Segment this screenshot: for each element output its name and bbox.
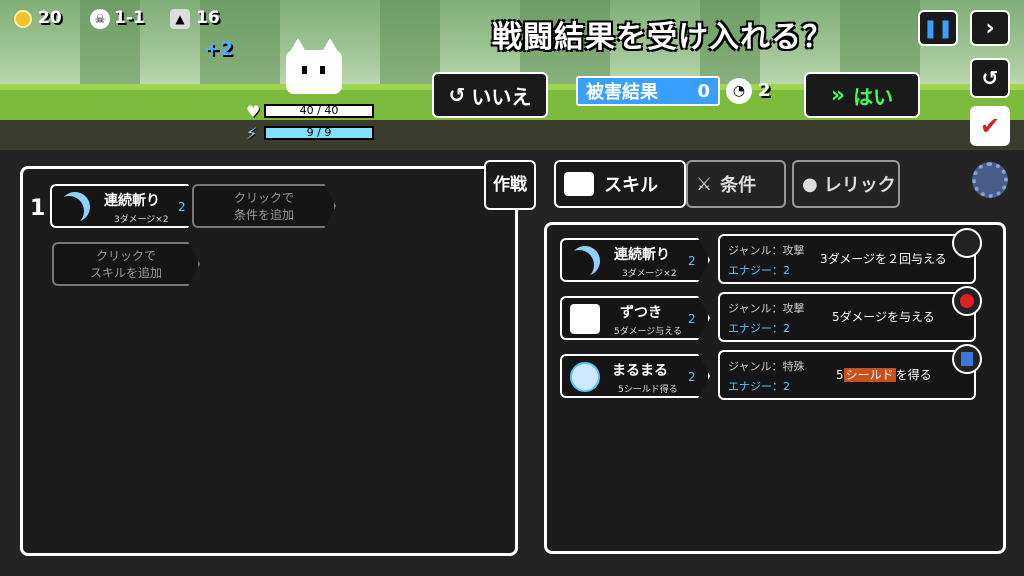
skill-name: まるまる: [612, 363, 668, 379]
undo-icon: ↺: [981, 66, 999, 90]
stage-label: 1-1: [114, 8, 145, 28]
player-cat: [286, 38, 342, 94]
sword-icon: ⚔: [696, 173, 713, 195]
add-condition-label: クリックで 条件を追加: [233, 191, 294, 222]
skill-name: ずつき: [620, 305, 662, 321]
tab-skill-label: スキル: [604, 175, 658, 196]
desc-number: 5: [836, 368, 844, 382]
clock-icon: ◔: [726, 78, 752, 104]
coin-icon: [14, 10, 32, 28]
skill-card-renzokugiri[interactable]: 連続斬り 3ダメージ×2 2: [560, 238, 710, 282]
shield-skill-icon: [570, 362, 600, 392]
slash-skill-icon: [60, 192, 90, 222]
apple-relic-icon: [952, 286, 982, 316]
skill-desc-renzokugiri: ジャンル：攻撃 エナジー：2 3ダメージを２回与える: [718, 228, 982, 284]
skill-description: 5ダメージを与える: [832, 310, 935, 324]
damage-value: 0: [697, 80, 710, 102]
hp-text: 40 / 40: [299, 104, 339, 117]
cat-gain: +2: [204, 38, 234, 60]
yes-label: はい: [853, 84, 894, 109]
damage-result: 被害結果 0: [576, 76, 720, 106]
tab-condition[interactable]: ⚔ 条件: [686, 160, 786, 208]
tactics-button[interactable]: 作戦: [484, 160, 536, 210]
tactic-row-number: 1: [30, 196, 46, 221]
skill-genre: ジャンル：攻撃: [728, 244, 805, 257]
skill-cost: エナジー：2: [728, 322, 790, 335]
tab-condition-label: 条件: [720, 175, 757, 196]
desc-rest: を得る: [895, 368, 932, 382]
damage-label: 被害結果: [586, 82, 658, 103]
add-skill-slot[interactable]: クリックで スキルを追加: [52, 242, 200, 286]
headbutt-skill-icon: [570, 304, 600, 334]
sword-relic-icon: [952, 228, 982, 258]
skill-cost: エナジー：2: [728, 380, 790, 393]
bomb-icon: ●: [802, 173, 818, 195]
undo-button[interactable]: ↺: [970, 58, 1010, 98]
next-button[interactable]: ›: [970, 10, 1010, 46]
settings-gear-icon[interactable]: [972, 162, 1008, 198]
checklist-button[interactable]: ✔: [970, 106, 1010, 146]
double-chevron-right-icon: »: [830, 82, 846, 108]
skill-genre: ジャンル：攻撃: [728, 302, 805, 315]
energy-text: 9 / 9: [306, 126, 332, 139]
skill-description: 5 シールド を得る: [836, 366, 932, 383]
skill-energy: 2: [688, 254, 696, 268]
heart-icon: ♥: [246, 102, 261, 121]
energy-icon: ⚡: [246, 124, 258, 143]
cat-count: 16: [196, 8, 220, 28]
energy-bar: 9 / 9: [264, 126, 374, 140]
skill-energy: 2: [688, 312, 696, 326]
skill-desc-marumaru: ジャンル：特殊 エナジー：2 5 シールド を得る: [718, 344, 982, 400]
cat-face-icon: [564, 172, 594, 196]
pause-button[interactable]: ❚❚: [918, 10, 958, 46]
cat-icon: ▲: [170, 9, 190, 29]
pause-icon: ❚❚: [922, 17, 954, 39]
no-button[interactable]: ↺ いいえ: [432, 72, 548, 118]
tab-relic-label: レリック: [823, 175, 896, 196]
skill-name: 連続斬り: [614, 247, 670, 263]
skill-sub: 3ダメージ×2: [114, 215, 169, 225]
count-value: 2: [758, 80, 771, 101]
chevron-right-icon: ›: [985, 15, 995, 41]
skill-sub: 5シールド得る: [618, 385, 678, 395]
skill-desc-zutsuki: ジャンル：攻撃 エナジー：2 5ダメージを与える: [718, 286, 982, 342]
skill-energy: 2: [178, 200, 186, 214]
skill-card-marumaru[interactable]: まるまる 5シールド得る 2: [560, 354, 710, 398]
add-skill-label: クリックで スキルを追加: [89, 249, 162, 280]
no-label: いいえ: [471, 84, 532, 109]
skill-description: 3ダメージを２回与える: [820, 252, 947, 266]
undo-icon: ↺: [448, 83, 466, 107]
skill-sub: 5ダメージ与える: [614, 327, 683, 337]
tab-skill[interactable]: スキル: [554, 160, 686, 208]
skill-cost: エナジー：2: [728, 264, 790, 277]
skill-energy: 2: [688, 370, 696, 384]
tab-relic[interactable]: ● レリック: [792, 160, 900, 208]
add-condition-slot[interactable]: クリックで 条件を追加: [192, 184, 336, 228]
tactic-skill-slot[interactable]: 連続斬り 3ダメージ×2 2: [50, 184, 200, 228]
yes-button[interactable]: » はい: [804, 72, 920, 118]
shield-keyword: シールド: [843, 368, 896, 382]
book-relic-icon: [952, 344, 982, 374]
skill-card-zutsuki[interactable]: ずつき 5ダメージ与える 2: [560, 296, 710, 340]
skill-name: 連続斬り: [104, 193, 160, 209]
accept-prompt-title: 戦闘結果を受け入れる？: [492, 20, 833, 55]
coin-count: 20: [38, 8, 62, 28]
skull-icon: ☠: [90, 9, 110, 29]
skill-sub: 3ダメージ×2: [622, 269, 677, 279]
checkmark-icon: ✔: [979, 112, 1001, 140]
slash-skill-icon: [570, 246, 600, 276]
hp-bar: 40 / 40: [264, 104, 374, 118]
tactics-label: 作戦: [493, 174, 527, 195]
skill-genre: ジャンル：特殊: [728, 360, 805, 373]
